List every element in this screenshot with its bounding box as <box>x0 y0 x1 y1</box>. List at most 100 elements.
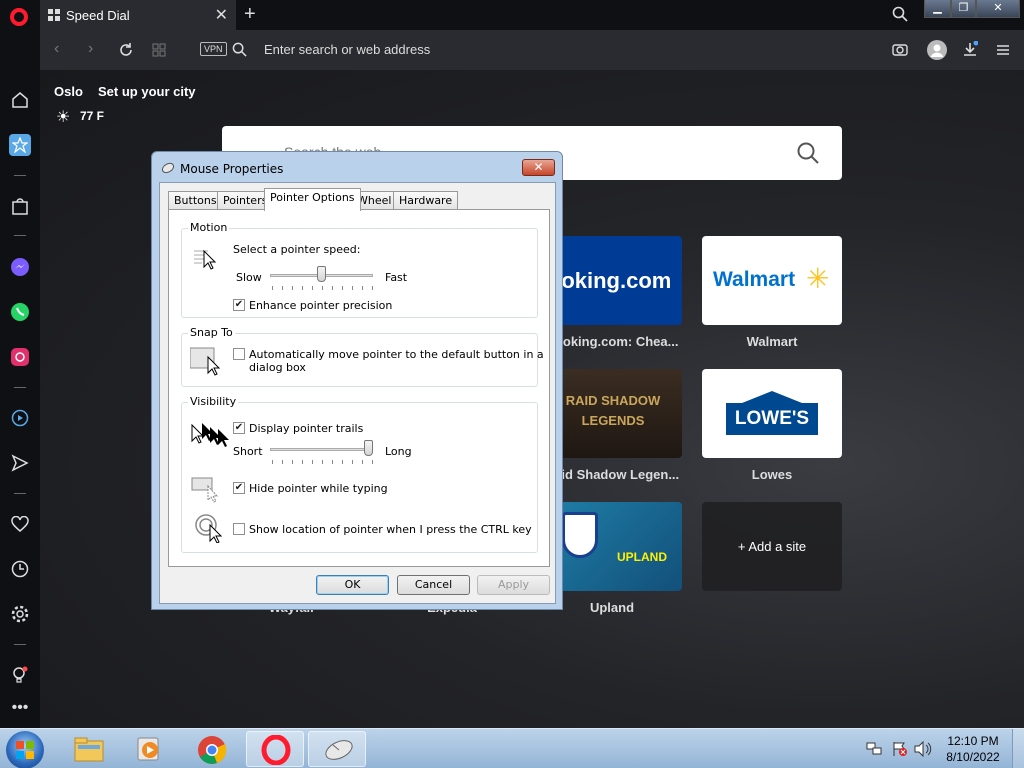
weather-setup-link[interactable]: Set up your city <box>98 84 196 99</box>
motion-group-title: Motion <box>188 221 230 234</box>
action-center-flag-icon[interactable] <box>892 741 908 757</box>
visibility-group: Visibility ✔ Display pointer trails Shor… <box>181 395 538 553</box>
sidebar-separator <box>14 235 26 236</box>
tab-search-icon[interactable] <box>892 6 908 22</box>
taskbar-media-player[interactable] <box>120 731 178 767</box>
vpn-badge[interactable]: VPN <box>200 42 227 56</box>
tile-upland[interactable]: UPLAND <box>542 502 682 591</box>
forward-icon[interactable]: › <box>88 40 93 58</box>
search-icon[interactable] <box>796 141 820 165</box>
settings-gear-icon[interactable] <box>9 603 31 625</box>
lowes-logo-text: LOWE'S <box>734 408 810 429</box>
sidebar-separator <box>14 493 26 494</box>
shopping-bag-icon[interactable] <box>9 195 31 217</box>
tabs-grid-icon[interactable] <box>152 43 166 57</box>
tile-raid[interactable]: RAID SHADOW LEGENDS <box>542 369 682 458</box>
mouse-title-icon <box>161 162 175 174</box>
add-site-label: + Add a site <box>737 539 807 554</box>
walmart-spark-icon: ✳ <box>806 263 830 294</box>
tab-buttons[interactable]: Buttons <box>168 191 223 210</box>
tab-speed-dial[interactable]: Speed Dial ✕ <box>40 0 236 30</box>
windows-logo-icon <box>16 741 34 759</box>
window-close-button[interactable]: ✕ <box>976 0 1020 18</box>
heart-icon[interactable] <box>9 513 31 535</box>
snap-to-checkbox[interactable] <box>233 348 245 360</box>
tab-bar: Speed Dial ✕ + ▁ ❐ ✕ <box>0 0 1024 30</box>
tile-add-site[interactable]: + Add a site <box>702 502 842 591</box>
enhance-precision-checkbox[interactable]: ✔ <box>233 299 245 311</box>
sidebar-separator <box>14 175 26 176</box>
speed-dial-sidebar-icon[interactable] <box>9 134 31 156</box>
reload-icon[interactable] <box>118 42 134 58</box>
sidebar-separator <box>14 644 26 645</box>
back-icon[interactable]: ‹ <box>54 40 59 58</box>
weather-city[interactable]: Oslo <box>54 84 83 99</box>
easy-setup-icon[interactable] <box>996 43 1010 57</box>
walmart-logo-text: Walmart <box>713 268 796 291</box>
volume-icon[interactable] <box>914 741 932 757</box>
hide-pointer-checkbox[interactable]: ✔ <box>233 482 245 494</box>
instagram-icon[interactable] <box>9 346 31 368</box>
clock-date[interactable]: 8/10/2022 <box>944 750 1002 764</box>
apply-button[interactable]: Apply <box>477 575 550 595</box>
pointer-location-checkbox[interactable] <box>233 523 245 535</box>
tab-title: Speed Dial <box>66 8 130 23</box>
camera-icon[interactable] <box>892 42 908 57</box>
send-icon[interactable] <box>9 452 31 474</box>
tile-lowes[interactable]: LOWE'S <box>702 369 842 458</box>
mouse-properties-dialog: Mouse Properties ✕ Buttons Pointers Poin… <box>151 151 563 610</box>
trail-length-slider[interactable] <box>364 440 373 456</box>
trail-length-track <box>270 448 373 451</box>
mouse-taskbar-icon <box>325 740 353 760</box>
tile-booking[interactable]: Booking.com <box>542 236 682 325</box>
taskbar-explorer[interactable] <box>60 731 118 767</box>
account-avatar-icon[interactable] <box>927 40 947 60</box>
sidebar-separator <box>14 387 26 388</box>
maximize-button[interactable]: ❐ <box>951 0 976 18</box>
more-icon[interactable]: ••• <box>9 697 31 719</box>
cancel-button[interactable]: Cancel <box>397 575 470 595</box>
taskbar-mouse-properties[interactable] <box>308 731 366 767</box>
show-desktop-button[interactable] <box>1012 729 1024 768</box>
lightbulb-icon[interactable] <box>9 664 31 686</box>
clock-time[interactable]: 12:10 PM <box>944 734 1002 748</box>
folder-icon <box>74 737 104 762</box>
ok-button[interactable]: OK <box>316 575 389 595</box>
whatsapp-icon[interactable] <box>9 301 31 323</box>
taskbar: 12:10 PM 8/10/2022 <box>0 728 1024 768</box>
pointer-trails-label: Display pointer trails <box>249 422 364 435</box>
messenger-icon[interactable] <box>9 256 31 278</box>
tab-close-icon[interactable]: ✕ <box>215 5 228 25</box>
downloads-icon[interactable] <box>962 41 978 57</box>
pointer-trails-checkbox[interactable]: ✔ <box>233 422 245 434</box>
media-player-icon <box>137 737 159 761</box>
address-bar: ‹ › VPN Enter search or web address <box>40 30 1024 70</box>
upland-logo-text: UPLAND <box>617 550 667 564</box>
tile-walmart[interactable]: Walmart ✳ <box>702 236 842 325</box>
snap-to-group-title: Snap To <box>188 326 235 339</box>
hide-pointer-label: Hide pointer while typing <box>249 482 388 495</box>
home-icon[interactable] <box>9 89 31 111</box>
chrome-icon <box>198 736 227 764</box>
tab-pointer-options[interactable]: Pointer Options <box>264 188 361 211</box>
dialog-close-button[interactable]: ✕ <box>522 159 555 176</box>
player-icon[interactable] <box>9 407 31 429</box>
opera-logo-icon[interactable] <box>10 8 28 26</box>
new-tab-icon[interactable]: + <box>244 3 256 26</box>
start-button[interactable] <box>6 731 44 768</box>
opera-taskbar-icon <box>261 735 291 765</box>
taskbar-chrome[interactable] <box>183 731 241 767</box>
tile-label-walmart: Walmart <box>746 334 798 349</box>
pointer-speed-slider[interactable] <box>317 266 326 282</box>
history-icon[interactable] <box>9 558 31 580</box>
pointer-location-label: Show location of pointer when I press th… <box>249 523 532 536</box>
weather-temperature: 77 F <box>80 109 105 123</box>
address-input[interactable]: Enter search or web address <box>264 42 430 57</box>
minimize-button[interactable]: ▁ <box>924 0 951 18</box>
snap-to-icon <box>190 347 221 376</box>
speed-dial-grid-icon <box>48 9 60 21</box>
tab-hardware[interactable]: Hardware <box>393 191 459 210</box>
taskbar-opera[interactable] <box>246 731 304 767</box>
motion-group: Motion Select a pointer speed: Slow Fast… <box>181 221 538 318</box>
network-tray-icon[interactable] <box>866 741 882 757</box>
